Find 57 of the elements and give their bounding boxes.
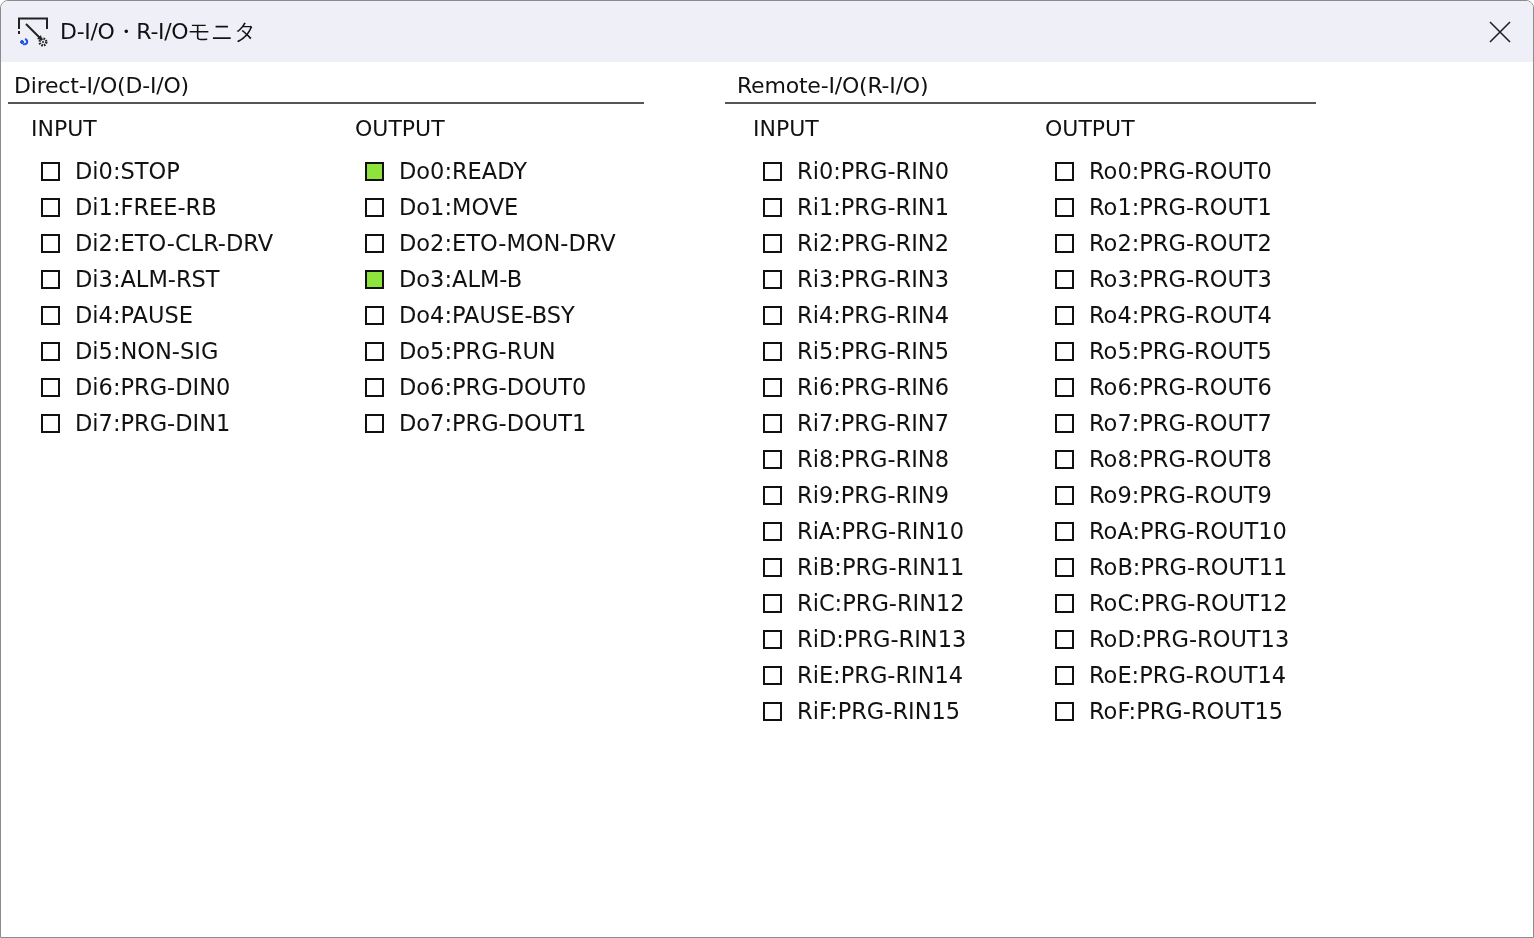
signal-label: Di0:STOP (75, 157, 180, 186)
signal-label: Do6:PRG-DOUT0 (399, 373, 587, 402)
signal-label: Ro7:PRG-ROUT7 (1089, 409, 1272, 438)
signal-label: Ri5:PRG-RIN5 (797, 337, 949, 366)
signal-label: Di2:ETO-CLR-DRV (75, 229, 274, 258)
signal-label: RoD:PRG-ROUT13 (1089, 625, 1290, 654)
signal-label: Di5:NON-SIG (75, 337, 219, 366)
signal-label: Ri8:PRG-RIN8 (797, 445, 949, 474)
signal-label: Do5:PRG-RUN (399, 337, 556, 366)
signal-label: Ro0:PRG-ROUT0 (1089, 157, 1272, 186)
signal-label: Ri4:PRG-RIN4 (797, 301, 949, 330)
section-title: Remote-I/O(R-I/O) (737, 73, 929, 98)
signal-label: Ro3:PRG-ROUT3 (1089, 265, 1272, 294)
window-title: D-I/O・R-I/Oモニタ (60, 17, 257, 46)
signal-label: RoB:PRG-ROUT11 (1089, 553, 1288, 582)
signal-label: RiF:PRG-RIN15 (797, 697, 961, 726)
signal-label: RiA:PRG-RIN10 (797, 517, 964, 546)
signal-label: RoF:PRG-ROUT15 (1089, 697, 1284, 726)
signal-label: Do1:MOVE (399, 193, 519, 222)
signal-label: Ro6:PRG-ROUT6 (1089, 373, 1272, 402)
signal-label: Ro9:PRG-ROUT9 (1089, 481, 1272, 510)
app-icon (17, 16, 50, 47)
signal-label: Ri2:PRG-RIN2 (797, 229, 949, 258)
signal-label: Do7:PRG-DOUT1 (399, 409, 587, 438)
column-heading: OUTPUT (355, 115, 445, 143)
signal-label: Ro4:PRG-ROUT4 (1089, 301, 1272, 330)
signal-label: RoC:PRG-ROUT12 (1089, 589, 1288, 618)
signal-label: Ri0:PRG-RIN0 (797, 157, 949, 186)
close-icon (1489, 20, 1511, 43)
section-title: Direct-I/O(D-I/O) (14, 73, 189, 98)
signal-label: Di3:ALM-RST (75, 265, 220, 294)
signal-label: Do2:ETO-MON-DRV (399, 229, 616, 258)
signal-label: Ro5:PRG-ROUT5 (1089, 337, 1272, 366)
signal-label: Ro2:PRG-ROUT2 (1089, 229, 1272, 258)
signal-label: Do3:ALM-B (399, 265, 523, 294)
signal-label: RiC:PRG-RIN12 (797, 589, 965, 618)
signal-label: Ri9:PRG-RIN9 (797, 481, 949, 510)
signal-label: RoA:PRG-ROUT10 (1089, 517, 1287, 546)
column-heading: INPUT (753, 115, 819, 143)
signal-label: RiD:PRG-RIN13 (797, 625, 967, 654)
signal-label: Do4:PAUSE-BSY (399, 301, 575, 330)
signal-label: Di6:PRG-DIN0 (75, 373, 231, 402)
signal-label: Ro1:PRG-ROUT1 (1089, 193, 1272, 222)
column-heading: OUTPUT (1045, 115, 1135, 143)
signal-label: Di7:PRG-DIN1 (75, 409, 231, 438)
signal-label: Di1:FREE-RB (75, 193, 217, 222)
signal-label: Ri1:PRG-RIN1 (797, 193, 949, 222)
signal-label: RiE:PRG-RIN14 (797, 661, 964, 690)
signal-label: RoE:PRG-ROUT14 (1089, 661, 1287, 690)
signal-label: Ro8:PRG-ROUT8 (1089, 445, 1272, 474)
signal-label: Di4:PAUSE (75, 301, 193, 330)
signal-label: Ri3:PRG-RIN3 (797, 265, 949, 294)
signal-label: RiB:PRG-RIN11 (797, 553, 965, 582)
signal-label: Ri7:PRG-RIN7 (797, 409, 949, 438)
signal-label: Ri6:PRG-RIN6 (797, 373, 949, 402)
signal-label: Do0:READY (399, 157, 528, 186)
column-heading: INPUT (31, 115, 97, 143)
